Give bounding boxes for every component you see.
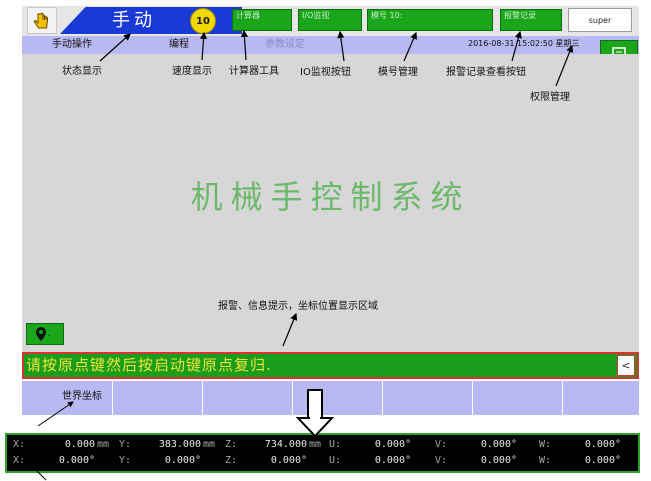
annotation-arrows: [31, 29, 574, 481]
down-arrow-icon: [295, 389, 335, 438]
arrow-calculator: [240, 29, 249, 61]
arrow-pointer-bottom: [31, 465, 47, 481]
arrow-speed: [199, 31, 208, 61]
arrow-permission: [555, 44, 574, 87]
arrow-status: [99, 33, 131, 62]
arrow-alarm: [511, 30, 522, 62]
arrow-world-coordinates: [37, 401, 74, 427]
arrow-mold: [403, 31, 417, 62]
arrow-info: [282, 312, 298, 347]
arrow-io: [337, 30, 345, 62]
